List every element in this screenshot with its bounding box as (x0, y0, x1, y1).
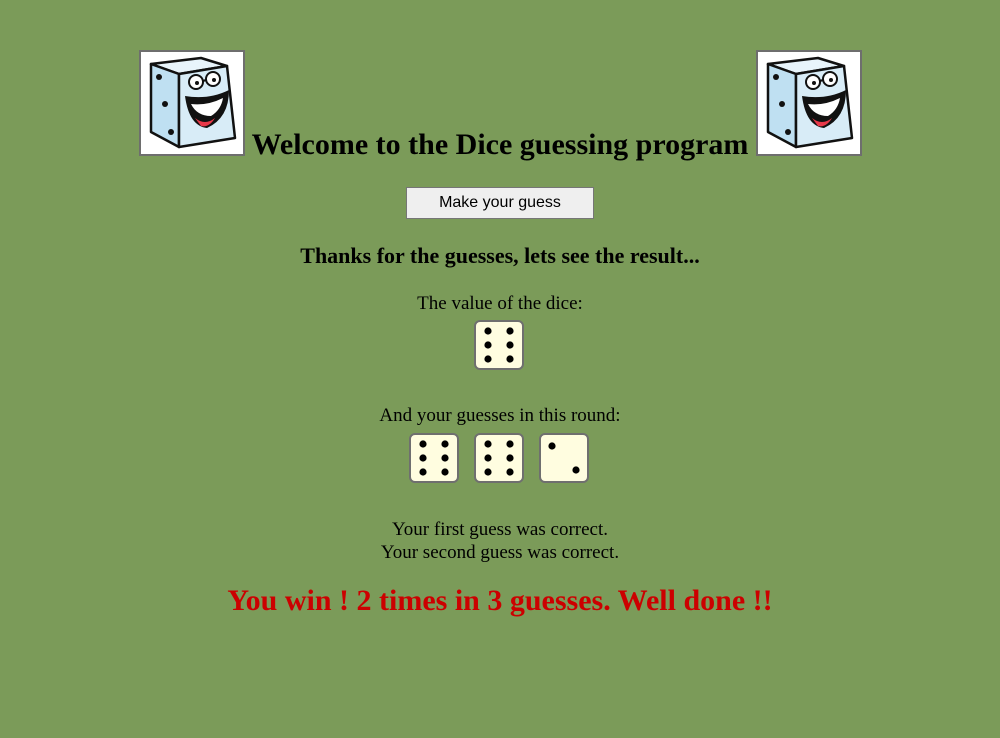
die-pip (441, 440, 449, 448)
die-face (409, 433, 459, 483)
die-pip (548, 442, 556, 450)
header: Welcome to the Dice guessing program (0, 50, 1000, 161)
result-message-1: Your first guess was correct. (391, 519, 608, 540)
page-title: Welcome to the Dice guessing program (251, 128, 749, 161)
dice-value-label: The value of the dice: (417, 293, 583, 314)
win-message: You win ! 2 times in 3 guesses. Well don… (227, 584, 773, 617)
die-pip (484, 341, 492, 349)
dice-mascot-icon (139, 50, 245, 156)
die-pip (419, 454, 427, 462)
die-face (474, 320, 524, 370)
die-pip (506, 341, 514, 349)
die-face (474, 433, 524, 483)
guess-die-icon (409, 433, 459, 483)
dice-value-row (0, 320, 1000, 373)
die-pip (506, 468, 514, 476)
die-pip (506, 327, 514, 335)
make-guess-button[interactable]: Make your guess (406, 187, 594, 219)
result-message-2: Your second guess was correct. (380, 542, 620, 563)
dice-mascot-icon (756, 50, 862, 156)
die-pip (484, 440, 492, 448)
dice-value-die-icon (474, 320, 524, 370)
die-pip (506, 440, 514, 448)
die-pip (441, 468, 449, 476)
die-pip (441, 454, 449, 462)
die-pip (484, 355, 492, 363)
die-pip (484, 454, 492, 462)
guess-die-icon (474, 433, 524, 483)
die-pip (484, 327, 492, 335)
die-pip (572, 466, 580, 474)
thanks-heading: Thanks for the guesses, lets see the res… (300, 243, 700, 268)
die-pip (419, 440, 427, 448)
guess-die-icon (539, 433, 589, 483)
die-pip (506, 454, 514, 462)
die-pip (484, 468, 492, 476)
guesses-row (0, 433, 1000, 486)
guesses-label: And your guesses in this round: (379, 405, 621, 426)
die-pip (419, 468, 427, 476)
die-pip (506, 355, 514, 363)
die-face (539, 433, 589, 483)
